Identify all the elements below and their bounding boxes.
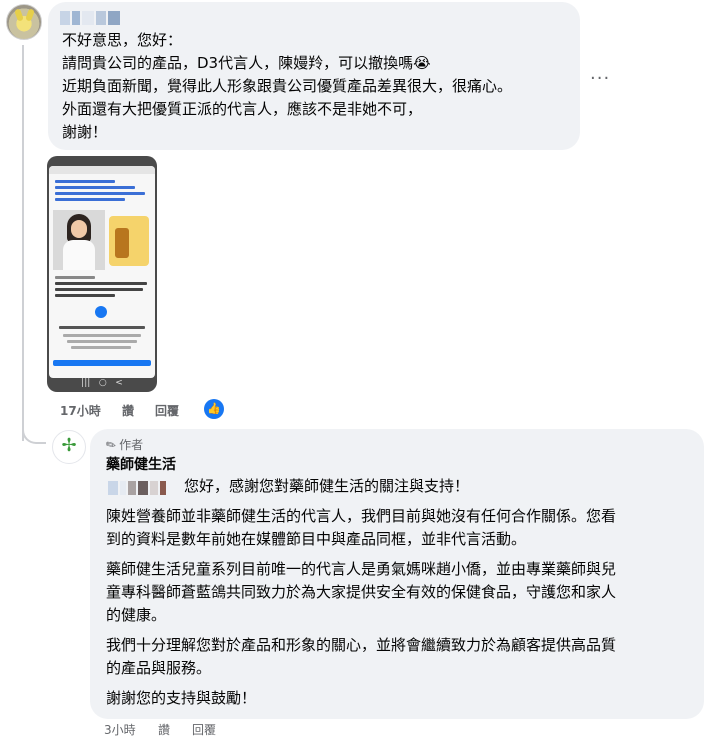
author-badge-label: 作者 <box>119 438 144 452</box>
comment-like-button[interactable]: 讚 <box>122 402 134 419</box>
pen-icon: ✎ <box>103 436 119 454</box>
reply-para2-line3: 的健康。 <box>106 606 167 624</box>
page-avatar[interactable]: ✢ <box>52 430 86 464</box>
reply-reply-button[interactable]: 回覆 <box>192 721 216 738</box>
reply-para1-line2: 到的資料是數年前她在媒體節目中與產品同框，並非代言活動。 <box>106 530 527 548</box>
mention-redacted[interactable] <box>108 481 166 495</box>
comment-attached-image[interactable]: ||| ○ < <box>47 156 157 392</box>
thread-line <box>22 45 24 441</box>
comment-line-3: 近期負面新聞，覺得此人形象跟貴公司優質產品差異很大，很痛心。 <box>62 77 513 95</box>
reply-para2-line1: 藥師健生活兒童系列目前唯一的代言人是勇氣媽咪趙小僑，並由專業藥師與兒 <box>106 560 617 578</box>
reply-para1-line1: 陳姓營養師並非藥師健生活的代言人，我們目前與她沒有任何合作關係。您看 <box>106 507 617 525</box>
more-options-icon[interactable]: ··· <box>590 68 610 89</box>
comment-line-4: 外面還有大把優質正派的代言人，應該不是非她不可， <box>62 100 423 118</box>
comment-line-5: 謝謝！ <box>62 123 108 141</box>
comment-line-1: 不好意思，您好： <box>62 31 183 49</box>
comment-line-2: 請問貴公司的產品，D3代言人，陳嫚羚，可以撤換嗎😭 <box>62 54 431 72</box>
commenter-avatar[interactable] <box>6 4 42 40</box>
reply-closing: 謝謝您的支持與鼓勵！ <box>106 689 257 707</box>
reply-para3-line1: 我們十分理解您對於產品和形象的關心，並將會繼續致力於為顧客提供高品質 <box>106 636 617 654</box>
reply-bubble: ✎作者 藥師健生活 您好，感謝您對藥師健生活的關注與支持！ 陳姓營養師並非藥師健… <box>90 429 704 719</box>
like-reaction-icon[interactable]: 👍 <box>204 399 224 419</box>
reply-para3-line2: 的產品與服務。 <box>106 659 212 677</box>
comment-timestamp[interactable]: 17小時 <box>60 402 101 419</box>
comment-bubble: 不好意思，您好： 請問貴公司的產品，D3代言人，陳嫚羚，可以撤換嗎😭 近期負面新… <box>48 2 580 150</box>
comment-reply-button[interactable]: 回覆 <box>155 402 179 419</box>
reply-para2-line2: 童專科醫師蒼藍鴿共同致力於為大家提供安全有效的保健食品，守護您和家人 <box>106 583 617 601</box>
commenter-name-redacted[interactable] <box>60 11 120 25</box>
page-name[interactable]: 藥師健生活 <box>106 454 176 474</box>
thread-connector <box>22 424 46 444</box>
phone-screenshot <box>49 166 155 378</box>
author-badge: ✎作者 <box>103 436 144 454</box>
reply-timestamp[interactable]: 3小時 <box>104 721 136 738</box>
reply-like-button[interactable]: 讚 <box>158 721 170 738</box>
reply-greeting: 您好，感謝您對藥師健生活的關注與支持！ <box>184 477 470 495</box>
